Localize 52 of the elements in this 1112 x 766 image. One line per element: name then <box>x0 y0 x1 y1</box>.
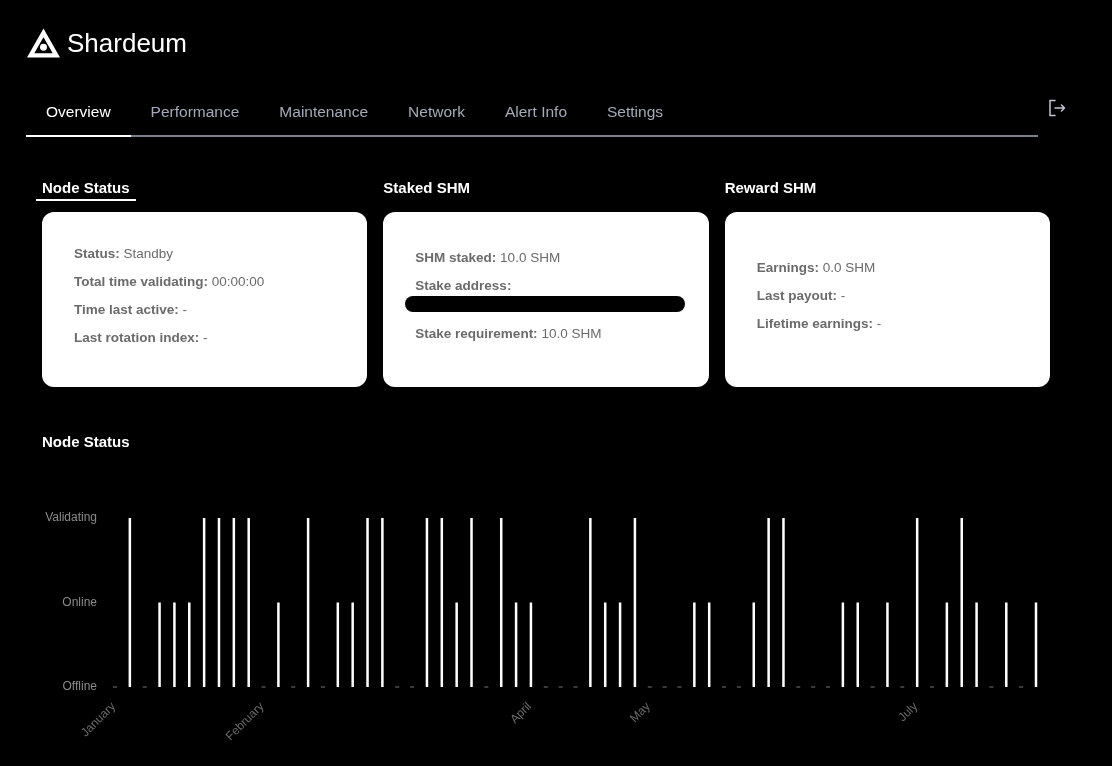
offline-dash <box>484 686 489 688</box>
offline-dash <box>1019 686 1024 688</box>
info-line: Time last active: - <box>74 301 189 319</box>
offline-dash <box>930 686 934 688</box>
section-title: Staked SHM <box>382 178 472 198</box>
nav-tab[interactable]: Settings <box>587 91 683 137</box>
offline-dash <box>662 686 667 688</box>
info-line: Stake requirement: 10.0 SHM <box>415 325 603 343</box>
info-line: Stake address: <box>415 277 513 295</box>
offline-dash <box>261 686 266 688</box>
section-title: Reward SHM <box>723 178 818 198</box>
y-axis-label: Validating <box>45 510 97 524</box>
offline-dash <box>900 686 905 688</box>
info-line: Earnings: 0.0 SHM <box>756 259 877 277</box>
nav-tab[interactable]: Network <box>388 91 485 137</box>
triangle-logo-icon <box>27 28 60 58</box>
offline-dash <box>142 686 147 688</box>
offline-dash <box>647 686 652 688</box>
offline-dash <box>722 686 727 688</box>
x-axis-label: May <box>626 699 653 726</box>
offline-dash <box>677 686 682 688</box>
brand-name: Shardeum <box>67 28 187 58</box>
nav-tab[interactable]: Performance <box>130 91 260 137</box>
offline-dash <box>291 686 296 688</box>
offline-dash <box>395 686 400 688</box>
info-line: Total time validating: 00:00:00 <box>74 273 266 291</box>
offline-dash <box>543 686 548 688</box>
info-line: Lifetime earnings: - <box>756 315 883 333</box>
info-line: Status: Standby <box>74 245 175 263</box>
offline-dash <box>796 686 801 688</box>
y-axis-label: Online <box>62 594 97 609</box>
logout-icon[interactable] <box>1048 99 1066 117</box>
offline-dash <box>573 686 578 688</box>
offline-dash <box>870 686 875 688</box>
nav-tab[interactable]: Overview <box>26 91 131 137</box>
y-axis-label: Offline <box>62 679 97 693</box>
info-line: Last payout: - <box>756 287 847 305</box>
offline-dash <box>320 686 325 688</box>
offline-dash <box>558 686 563 688</box>
x-axis-label: July <box>895 699 921 725</box>
nav-tab[interactable]: Alert Info <box>484 91 587 137</box>
nav-tab[interactable]: Maintenance <box>259 91 389 137</box>
offline-dash <box>989 686 994 688</box>
chart-title: Node Status <box>42 432 130 452</box>
info-line: Last rotation index: - <box>74 329 209 347</box>
offline-dash <box>811 686 816 688</box>
offline-dash <box>410 686 415 688</box>
section-title: Node Status <box>36 178 136 201</box>
info-line: SHM staked: 10.0 SHM <box>415 249 562 267</box>
offline-dash <box>736 686 741 688</box>
offline-dash <box>826 686 831 688</box>
offline-dash <box>113 686 117 688</box>
